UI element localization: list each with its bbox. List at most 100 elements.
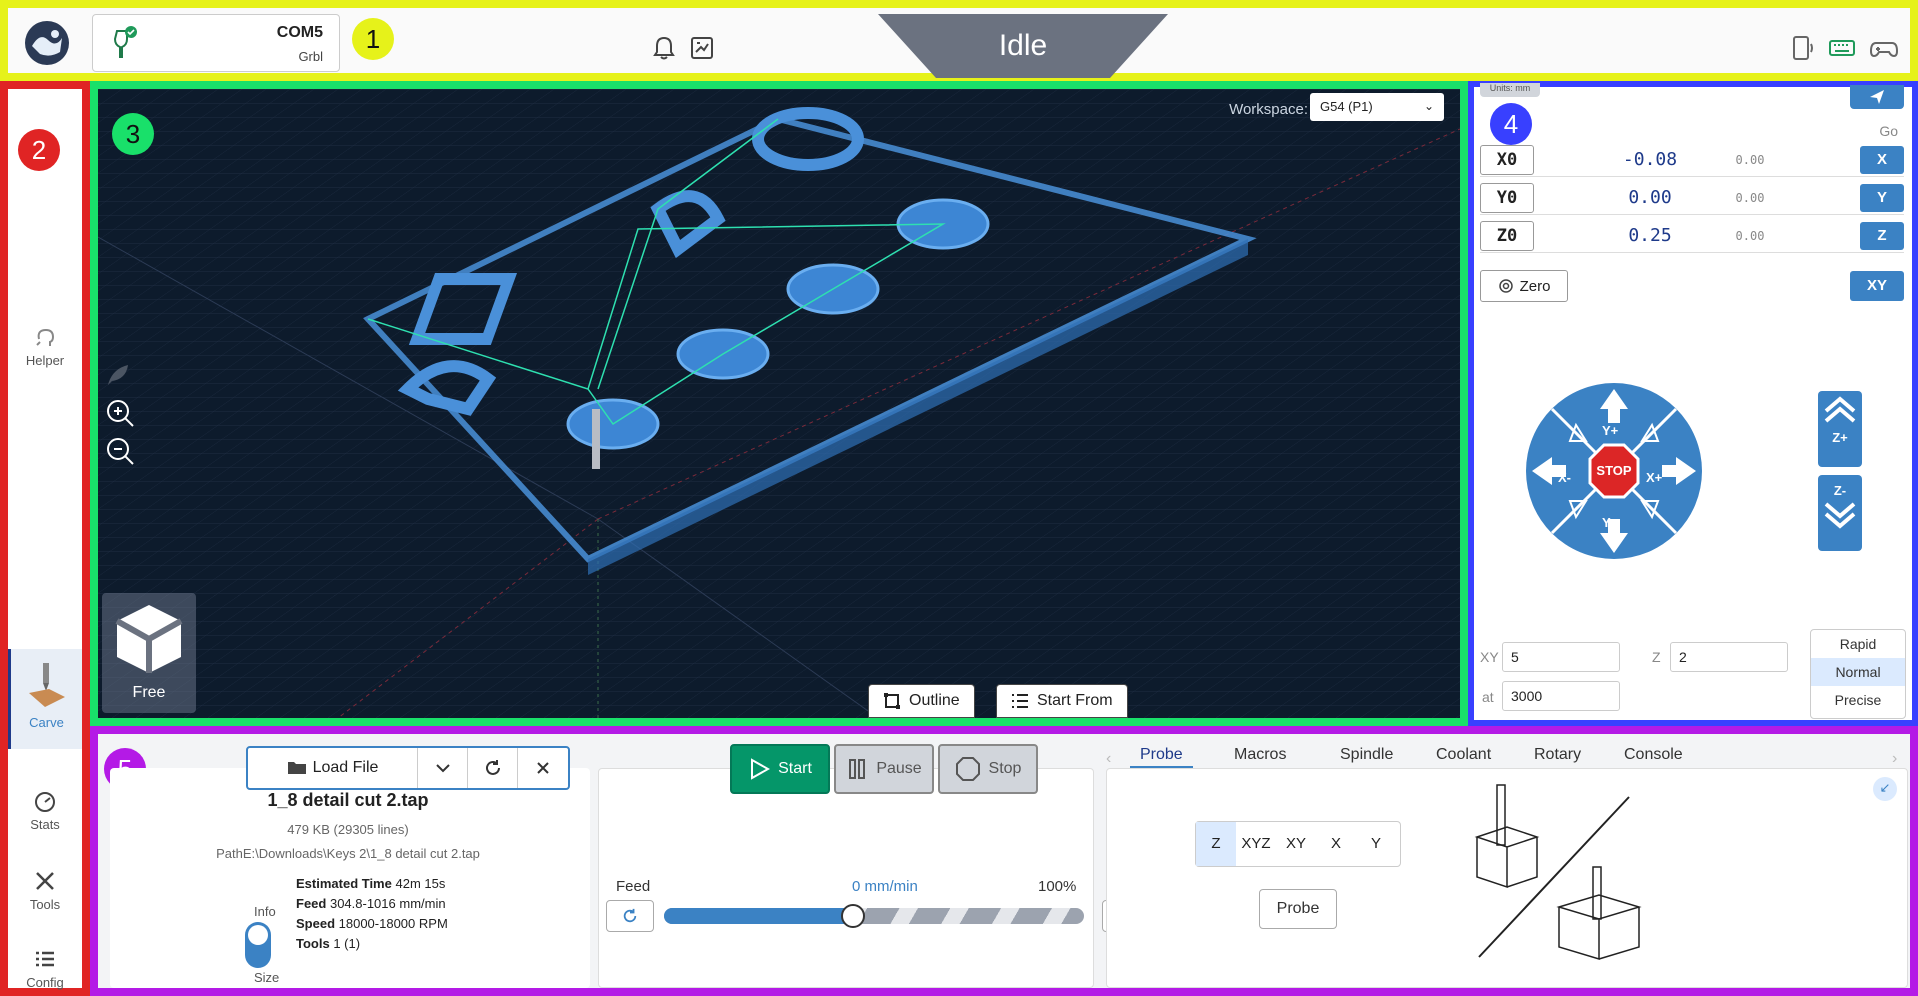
speed-precise[interactable]: Precise	[1811, 686, 1905, 714]
workspace-select[interactable]: G54 (P1) ⌄	[1310, 93, 1444, 121]
nav-carve-label: Carve	[29, 715, 64, 730]
zoom-out-icon[interactable]	[104, 435, 136, 467]
feed-at-label: at	[1482, 689, 1494, 705]
tab-macros[interactable]: Macros	[1234, 746, 1286, 764]
machine-status: Idle	[878, 14, 1168, 78]
tabs-scroll-left-icon[interactable]: ‹	[1106, 750, 1111, 768]
nav-stats[interactable]: Stats	[8, 789, 82, 832]
speed-info-value: 18000-18000 RPM	[338, 916, 448, 931]
zero-all-button[interactable]: Zero	[1480, 270, 1568, 302]
jog-z-plus-button[interactable]: Z+	[1818, 391, 1862, 467]
y-work-position: 0.00	[1628, 187, 1672, 208]
helper-icon	[36, 328, 55, 346]
send-button[interactable]	[1850, 85, 1904, 109]
tab-rotary[interactable]: Rotary	[1534, 746, 1581, 764]
zero-x-button[interactable]: X0	[1480, 145, 1534, 175]
connected-plug-icon	[113, 26, 137, 58]
jog-stop-label[interactable]: STOP	[1594, 463, 1634, 478]
play-icon	[751, 758, 771, 780]
go-x-button[interactable]: X	[1860, 146, 1904, 174]
outline-button[interactable]: Outline	[868, 684, 975, 718]
probe-axis-z[interactable]: Z	[1196, 822, 1236, 866]
nav-carve[interactable]: Carve	[8, 649, 82, 749]
tools-icon	[36, 872, 54, 890]
dro-panel: Units: mm 4 Go X0 -0.08 0.00 X Y0 0.00 0…	[1468, 81, 1918, 726]
stop-button[interactable]: Stop	[938, 744, 1038, 794]
camera-view-button[interactable]: Free	[102, 593, 196, 713]
est-time-value: 42m 15s	[395, 876, 446, 891]
jog-feed-input[interactable]: 3000	[1502, 681, 1620, 711]
camera-view-label: Free	[132, 684, 166, 701]
probe-button[interactable]: Probe	[1259, 889, 1337, 929]
go-xy-button[interactable]: XY	[1850, 271, 1904, 301]
stats-icon	[35, 792, 55, 812]
feed-override-value: 100%	[1038, 878, 1077, 895]
tab-spindle[interactable]: Spindle	[1340, 746, 1393, 764]
reload-file-button[interactable]	[468, 748, 518, 788]
y-machine-position: 0.00	[1735, 191, 1765, 205]
xy-step-input[interactable]: 5	[1502, 642, 1620, 672]
dro-row-x: X0 -0.08 0.00 X	[1480, 143, 1904, 177]
left-nav: 2 Helper Carve Stats Tools Config	[0, 81, 90, 996]
zoom-in-icon[interactable]	[104, 397, 136, 429]
jog-y-plus-label: Y+	[1602, 423, 1619, 438]
load-file-label: Load File	[312, 759, 379, 776]
pause-button[interactable]: Pause	[834, 744, 934, 794]
go-z-button[interactable]: Z	[1860, 222, 1904, 250]
load-file-button[interactable]: Load File	[248, 748, 418, 788]
jog-z-minus-button[interactable]: Z-	[1818, 475, 1862, 551]
workspace-value: G54 (P1)	[1320, 99, 1373, 114]
probe-axis-xy[interactable]: XY	[1276, 822, 1316, 866]
go-label: Go	[1879, 123, 1898, 139]
connection-box[interactable]: COM5 Grbl	[92, 14, 340, 72]
nav-tools[interactable]: Tools	[8, 869, 82, 912]
probe-axis-xyz[interactable]: XYZ	[1236, 822, 1276, 866]
close-file-button[interactable]	[518, 748, 568, 788]
tabs-scroll-right-icon[interactable]: ›	[1892, 750, 1897, 768]
units-tab[interactable]: Units: mm	[1480, 83, 1540, 97]
region-badge-3: 3	[112, 113, 154, 155]
speed-rapid[interactable]: Rapid	[1811, 630, 1905, 658]
start-from-button[interactable]: Start From	[996, 684, 1128, 718]
toolpath-canvas[interactable]	[98, 89, 1460, 718]
tab-console[interactable]: Console	[1624, 746, 1683, 764]
tab-probe[interactable]: Probe	[1130, 746, 1193, 768]
list-icon	[1012, 694, 1028, 708]
toggle-info-label: Info	[254, 904, 276, 919]
visualizer[interactable]: 3 Workspace: G54 (P1) ⌄ Free Outline Sta…	[90, 81, 1468, 726]
zero-y-button[interactable]: Y0	[1480, 183, 1534, 213]
workspace-label: Workspace:	[1229, 101, 1308, 118]
chevron-down-icon: ⌄	[1423, 99, 1434, 113]
region-badge-1: 1	[352, 18, 394, 60]
feather-icon[interactable]	[104, 361, 132, 389]
start-from-label: Start From	[1037, 692, 1113, 709]
gamepad-icon[interactable]	[1870, 34, 1898, 62]
reset-feed-button[interactable]	[606, 900, 654, 932]
jog-z-plus-label: Z+	[1832, 430, 1848, 445]
probe-axis-y[interactable]: Y	[1356, 822, 1396, 866]
info-size-toggle[interactable]	[245, 922, 271, 968]
zero-z-button[interactable]: Z0	[1480, 221, 1534, 251]
feed-slider-knob[interactable]	[841, 904, 865, 928]
feed-slider-fill	[664, 908, 853, 924]
mobile-device-icon[interactable]	[1788, 34, 1816, 62]
diagnostics-icon[interactable]	[688, 34, 716, 62]
feed-slider[interactable]	[664, 904, 1084, 928]
start-button[interactable]: Start	[730, 744, 830, 794]
go-y-button[interactable]: Y	[1860, 184, 1904, 212]
app-logo-icon[interactable]	[22, 18, 72, 68]
z-step-input[interactable]: 2	[1670, 642, 1788, 672]
expand-icon[interactable]: ↙	[1873, 777, 1897, 801]
nav-helper[interactable]: Helper	[8, 325, 82, 368]
x-machine-position: 0.00	[1735, 153, 1765, 167]
probe-axis-x[interactable]: X	[1316, 822, 1356, 866]
nav-helper-label: Helper	[25, 353, 65, 368]
bell-icon[interactable]	[650, 34, 678, 62]
nav-config[interactable]: Config	[8, 947, 82, 990]
feed-rate: 0 mm/min	[852, 878, 918, 895]
tab-coolant[interactable]: Coolant	[1436, 746, 1491, 764]
keyboard-icon[interactable]	[1828, 34, 1856, 62]
file-menu-dropdown[interactable]	[418, 748, 468, 788]
toggle-size-label: Size	[254, 970, 280, 985]
speed-normal[interactable]: Normal	[1811, 658, 1905, 686]
